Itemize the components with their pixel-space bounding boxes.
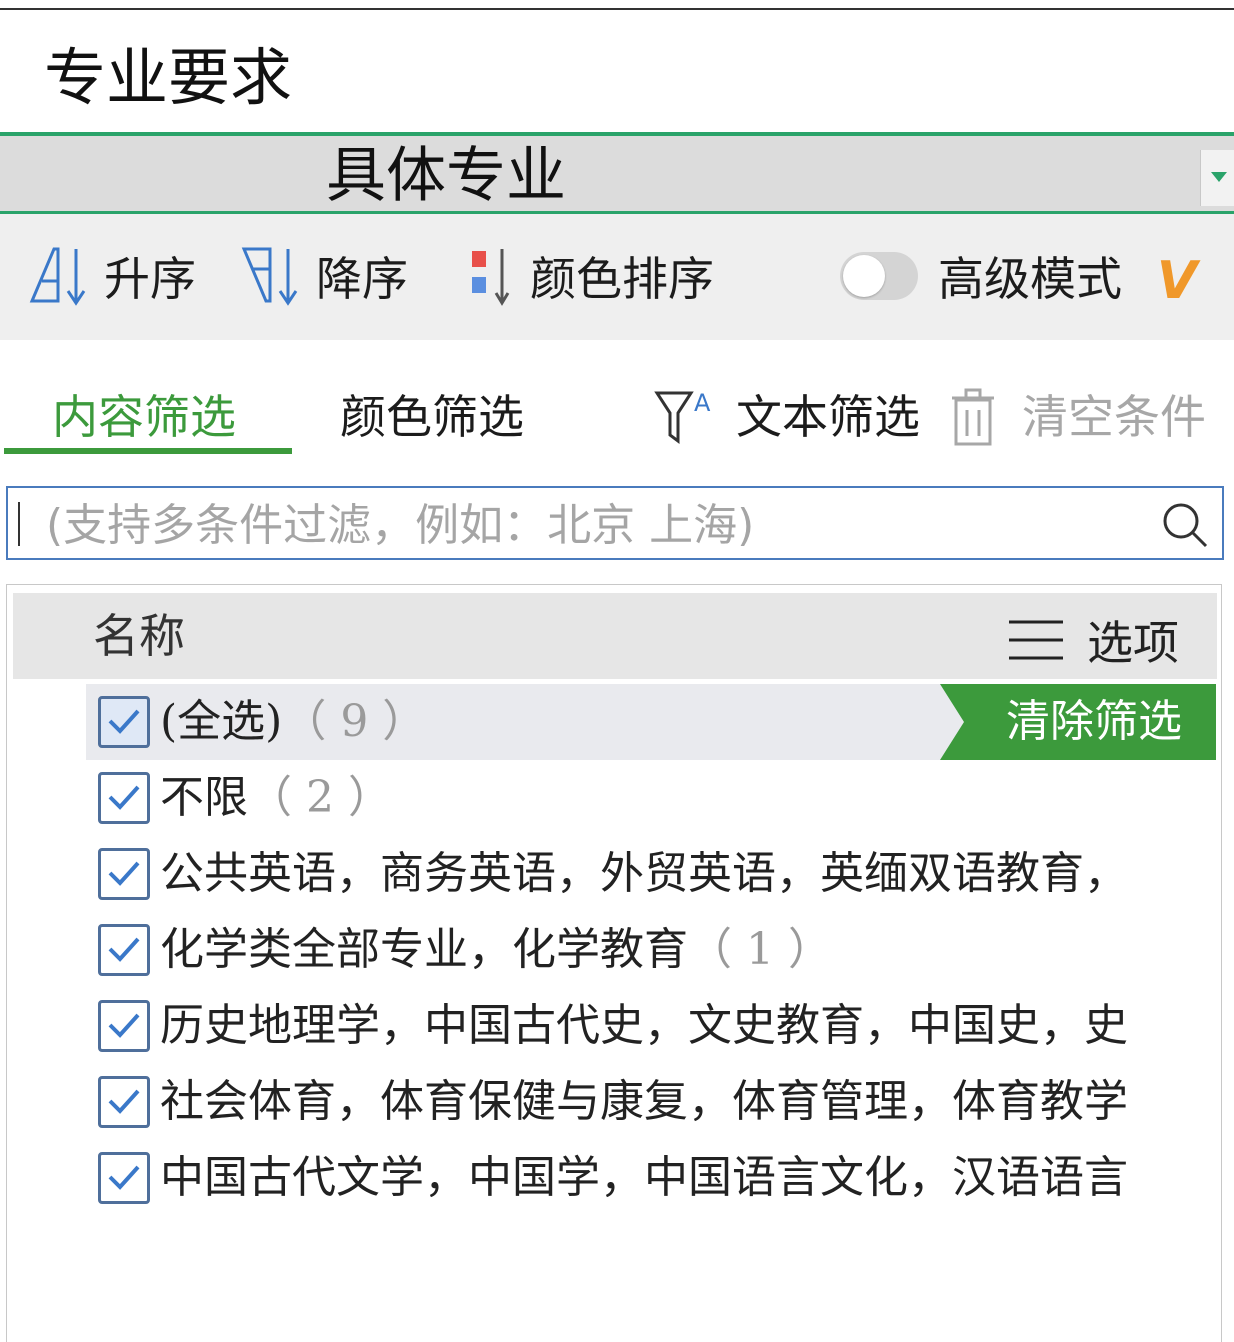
- search-placeholder: (支持多条件过滤，例如：北京 上海): [46, 500, 755, 551]
- list-item-label: 公共英语，商务英语，外贸英语，英缅双语教育，: [160, 848, 1128, 899]
- color-sort-icon: [472, 249, 510, 306]
- list-item-text: (全选)（ 9 ）: [160, 684, 426, 760]
- checkmark-icon: [108, 1013, 140, 1038]
- checkbox[interactable]: [98, 1000, 150, 1052]
- checkbox[interactable]: [98, 848, 150, 900]
- color-sort-label: 颜色排序: [530, 252, 714, 306]
- clear-filter-button[interactable]: 清除筛选: [940, 684, 1216, 760]
- checkbox[interactable]: [98, 696, 150, 748]
- list-item-text: 中国古代文学，中国学，中国语言文化，汉语语言: [160, 1140, 1128, 1216]
- tab-color-filter[interactable]: 颜色筛选: [340, 382, 524, 452]
- tab-content-filter[interactable]: 内容筛选: [52, 382, 236, 452]
- sort-descending-button[interactable]: 降序: [240, 244, 408, 308]
- sort-ascending-label: 升序: [104, 252, 196, 306]
- dropdown-arrow-icon: [1211, 172, 1227, 182]
- top-divider: [0, 8, 1234, 10]
- sort-ascending-icon: [29, 247, 86, 306]
- list-item-text: 不限（ 2 ）: [160, 760, 392, 836]
- checkmark-icon: [108, 709, 140, 734]
- list-item-text: 公共英语，商务英语，外贸英语，英缅双语教育，: [160, 836, 1128, 912]
- text-filter-label: 文本筛选: [736, 390, 920, 444]
- toggle-switch[interactable]: [840, 252, 918, 300]
- text-filter-button[interactable]: A 文本筛选: [654, 382, 920, 452]
- list-item-text: 化学类全部专业，化学教育（ 1 ）: [160, 912, 832, 988]
- list-item-text: 历史地理学，中国古代史，文史教育，中国史，史: [160, 988, 1128, 1064]
- active-tab-indicator: [4, 448, 292, 454]
- checkbox[interactable]: [98, 924, 150, 976]
- checkbox[interactable]: [98, 772, 150, 824]
- list-item-label: 不限: [160, 772, 248, 823]
- sort-by-color-button[interactable]: 颜色排序: [470, 244, 714, 308]
- checkmark-icon: [108, 1089, 140, 1114]
- checkbox[interactable]: [98, 1076, 150, 1128]
- checkmark-icon: [108, 785, 140, 810]
- checkbox[interactable]: [98, 1152, 150, 1204]
- list-item[interactable]: 历史地理学，中国古代史，文史教育，中国史，史: [86, 988, 1210, 1064]
- list-item-text: 社会体育，体育保健与康复，体育管理，体育教学: [160, 1064, 1128, 1140]
- filter-tabs: 内容筛选 颜色筛选 A 文本筛选 清空条件: [0, 370, 1234, 460]
- svg-text:A: A: [694, 389, 711, 417]
- trash-icon: [952, 388, 994, 446]
- column-header-label: 具体专业: [326, 141, 566, 211]
- checkmark-icon: [108, 861, 140, 886]
- list-item-count: （ 2 ）: [248, 772, 392, 823]
- sort-descending-label: 降序: [316, 252, 408, 306]
- vip-badge-icon: V: [1156, 251, 1198, 311]
- page-title: 专业要求: [44, 41, 293, 114]
- advanced-mode-label: 高级模式: [938, 252, 1122, 306]
- list-item-label: 中国古代文学，中国学，中国语言文化，汉语语言: [160, 1152, 1128, 1203]
- list-item[interactable]: 中国古代文学，中国学，中国语言文化，汉语语言: [86, 1140, 1210, 1216]
- options-label: 选项: [1087, 616, 1179, 670]
- list-item-count: （ 9 ）: [282, 696, 427, 747]
- checkmark-icon: [108, 1165, 140, 1190]
- sort-toolbar: 升序 降序 颜色排序 高级模式: [0, 214, 1234, 340]
- text-caret: [18, 502, 20, 546]
- list-item-label: 社会体育，体育保健与康复，体育管理，体育教学: [160, 1076, 1128, 1127]
- list-item[interactable]: 公共英语，商务英语，外贸英语，英缅双语教育，: [86, 836, 1210, 912]
- sort-ascending-button[interactable]: 升序: [28, 244, 196, 308]
- funnel-icon: A: [654, 389, 711, 444]
- list-item-label: 化学类全部专业，化学教育: [160, 924, 688, 975]
- clear-conditions-button[interactable]: 清空条件: [948, 382, 1206, 452]
- list-item-label: (全选): [160, 696, 283, 747]
- advanced-mode-toggle[interactable]: 高级模式: [840, 244, 1122, 308]
- list-item[interactable]: 化学类全部专业，化学教育（ 1 ）: [86, 912, 1210, 988]
- filter-dropdown-button[interactable]: [1200, 150, 1234, 206]
- list-item-count: （ 1 ）: [688, 924, 832, 975]
- checkmark-icon: [108, 937, 140, 962]
- list-header: 名称 选项: [13, 593, 1217, 679]
- column-header-band: 具体专业: [0, 132, 1234, 214]
- search-icon[interactable]: [1160, 500, 1210, 550]
- menu-lines-icon: [1009, 620, 1063, 660]
- name-column-header: 名称: [93, 609, 185, 663]
- options-button[interactable]: 选项: [1007, 609, 1179, 671]
- list-item-label: 历史地理学，中国古代史，文史教育，中国史，史: [160, 1000, 1128, 1051]
- clear-conditions-label: 清空条件: [1022, 390, 1206, 444]
- list-item[interactable]: 不限（ 2 ）: [86, 760, 1210, 836]
- list-item[interactable]: 社会体育，体育保健与康复，体育管理，体育教学: [86, 1064, 1210, 1140]
- search-input[interactable]: (支持多条件过滤，例如：北京 上海): [6, 486, 1224, 560]
- toggle-knob: [843, 255, 885, 297]
- sort-descending-icon: [241, 247, 298, 306]
